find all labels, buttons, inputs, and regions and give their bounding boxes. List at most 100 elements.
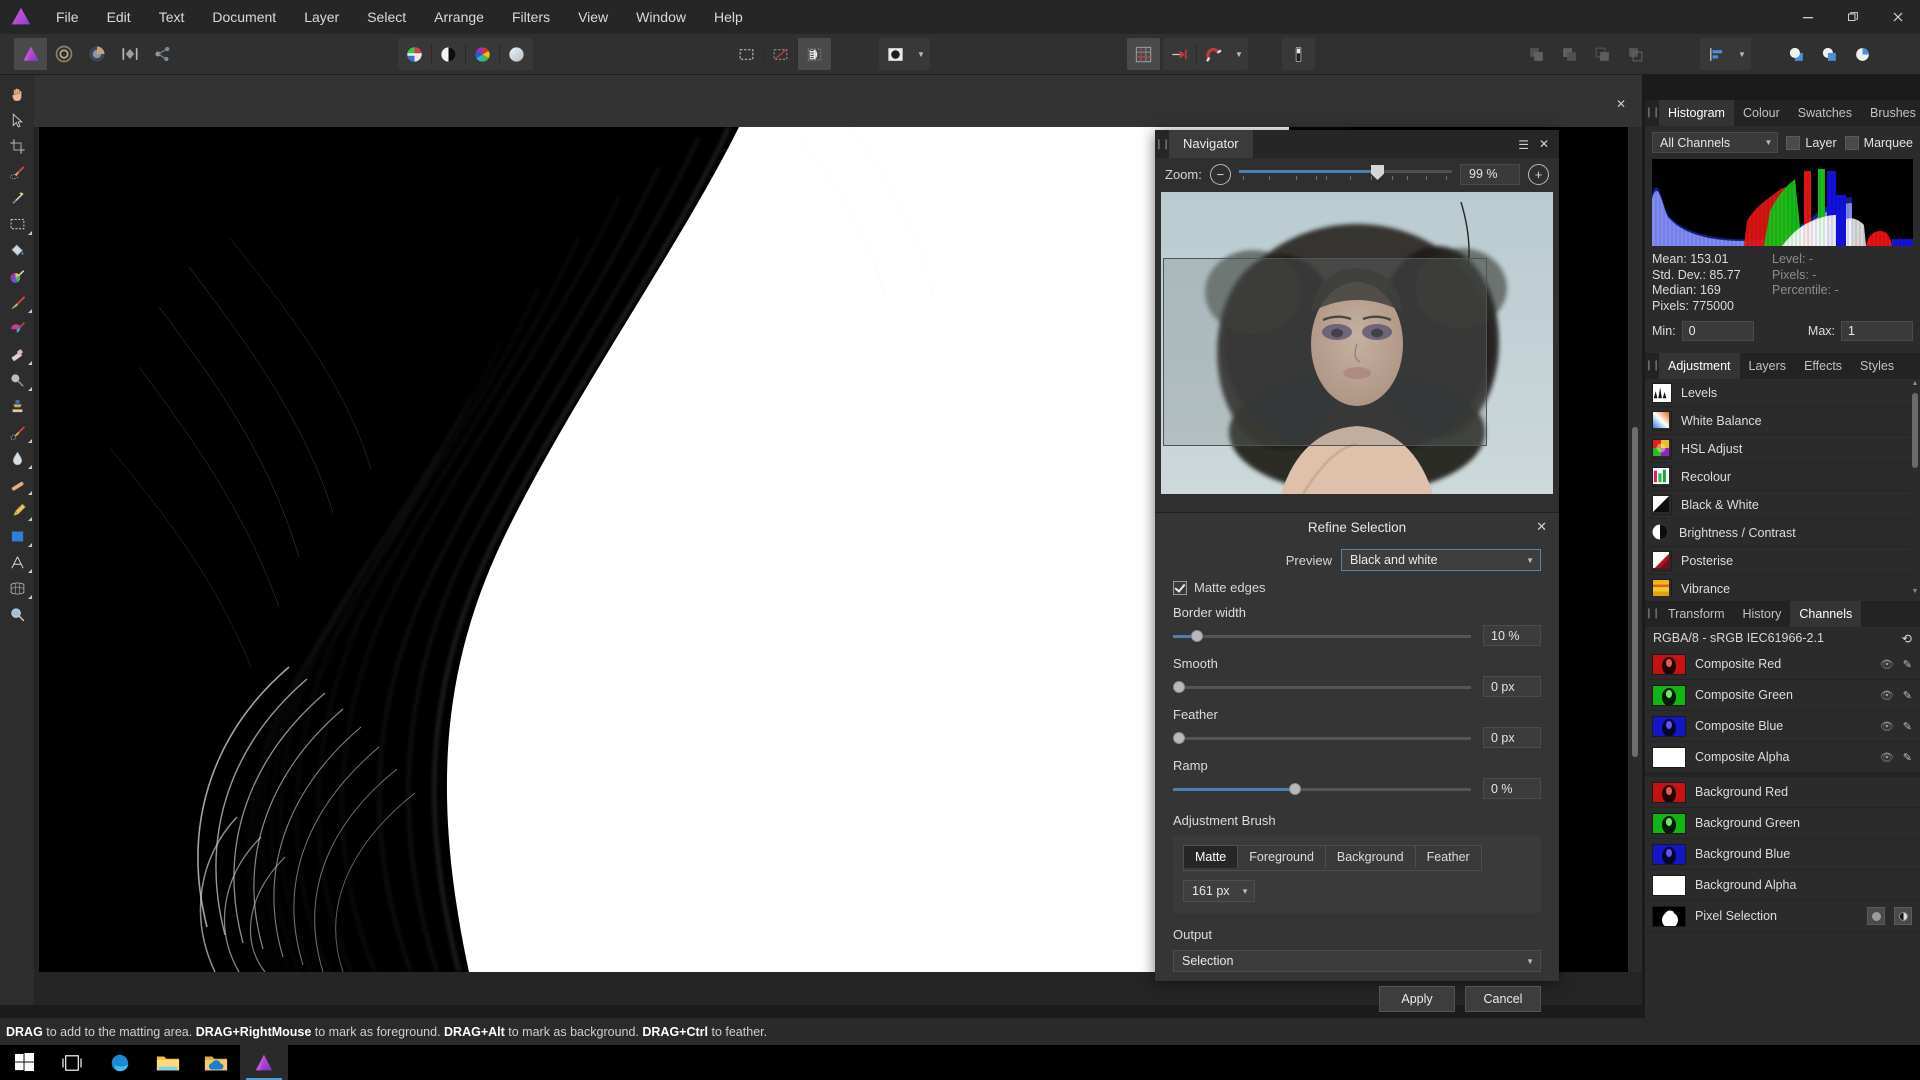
- ramp-value[interactable]: 0 %: [1483, 778, 1541, 799]
- grid-icon[interactable]: [1127, 38, 1160, 70]
- panel-grip-icon[interactable]: ❙❙: [1645, 98, 1661, 126]
- brush-size-dropdown[interactable]: 161 px ▼: [1183, 880, 1255, 902]
- adjustment-hsl[interactable]: HSL Adjust: [1645, 435, 1920, 463]
- pencil-icon[interactable]: ✎: [1903, 658, 1912, 671]
- develop-persona-button[interactable]: [80, 38, 113, 70]
- magic-wand-icon[interactable]: [0, 185, 34, 211]
- boolean-subtract-icon[interactable]: [1553, 38, 1586, 70]
- adjustment-white-balance[interactable]: White Balance: [1645, 407, 1920, 435]
- affinity-logo-icon[interactable]: [0, 0, 42, 34]
- navigator-viewport-rect[interactable]: [1163, 258, 1487, 446]
- align-dropdown-caret[interactable]: ▼: [1733, 38, 1751, 70]
- invert-selection-button[interactable]: [1894, 907, 1912, 925]
- feather-value[interactable]: 0 px: [1483, 727, 1541, 748]
- marquee-checkbox[interactable]: [1844, 135, 1859, 150]
- channel-background-red[interactable]: Background Red: [1645, 777, 1920, 808]
- panel-grip-icon[interactable]: ❙❙: [1645, 351, 1661, 379]
- edge-browser-button[interactable]: [96, 1045, 144, 1080]
- tab-effects[interactable]: Effects: [1795, 353, 1851, 379]
- canvas-vertical-scrollbar[interactable]: [1628, 127, 1642, 972]
- mask-circle-icon[interactable]: [879, 38, 912, 70]
- adjustment-list[interactable]: Levels White Balance HSL Adjust Recolour: [1645, 379, 1920, 597]
- boolean-divide-icon[interactable]: [1619, 38, 1652, 70]
- eye-icon[interactable]: 👁: [1880, 689, 1894, 702]
- rect-marquee-icon[interactable]: [0, 211, 34, 237]
- brush-mode-background[interactable]: Background: [1326, 846, 1416, 868]
- text-a-icon[interactable]: [0, 549, 34, 575]
- clone-stamp-icon[interactable]: [0, 393, 34, 419]
- channel-composite-green[interactable]: Composite Green 👁 ✎: [1645, 680, 1920, 711]
- paint-bucket-icon[interactable]: [0, 237, 34, 263]
- ramp-slider[interactable]: [1173, 782, 1471, 796]
- vertical-scroll-thumb[interactable]: [1632, 427, 1638, 757]
- boolean-add-icon[interactable]: [1520, 38, 1553, 70]
- zoom-slider[interactable]: [1238, 163, 1452, 185]
- channel-composite-red[interactable]: Composite Red 👁 ✎: [1645, 649, 1920, 680]
- adjustment-list-scrollbar[interactable]: ▲ ▼: [1910, 379, 1920, 597]
- matte-edges-checkbox[interactable]: [1173, 580, 1187, 595]
- matte-edges-row[interactable]: Matte edges: [1173, 580, 1541, 595]
- adjustment-brightness-contrast[interactable]: Brightness / Contrast: [1645, 519, 1920, 547]
- colour-wheel-brush-icon[interactable]: [0, 263, 34, 289]
- cursor-arrow-icon[interactable]: [0, 107, 34, 133]
- brush-mode-foreground[interactable]: Foreground: [1238, 846, 1326, 868]
- pencil-icon[interactable]: ✎: [1903, 751, 1912, 764]
- arrange-split-icon[interactable]: [1846, 38, 1879, 70]
- border-width-slider[interactable]: [1173, 629, 1471, 643]
- apply-button[interactable]: Apply: [1379, 986, 1455, 1012]
- menu-help[interactable]: Help: [700, 0, 757, 34]
- colour-wheel-icon[interactable]: [466, 38, 499, 70]
- smooth-value[interactable]: 0 px: [1483, 676, 1541, 697]
- min-field[interactable]: 0: [1681, 321, 1754, 341]
- healing-brush-icon[interactable]: [0, 419, 34, 445]
- task-view-button[interactable]: [48, 1045, 96, 1080]
- menu-edit[interactable]: Edit: [93, 0, 145, 34]
- load-selection-button[interactable]: [1867, 907, 1885, 925]
- adjustment-scroll-thumb[interactable]: [1912, 393, 1918, 468]
- menu-file[interactable]: File: [42, 0, 93, 34]
- gradient-circle-icon[interactable]: [500, 38, 533, 70]
- panel-grip-icon[interactable]: ❙❙: [1155, 130, 1171, 158]
- tab-styles[interactable]: Styles: [1851, 353, 1903, 379]
- eye-icon[interactable]: 👁: [1880, 720, 1894, 733]
- channel-background-green[interactable]: Background Green: [1645, 808, 1920, 839]
- navigator-thumbnail[interactable]: [1161, 192, 1553, 494]
- menu-document[interactable]: Document: [198, 0, 290, 34]
- menu-view[interactable]: View: [564, 0, 622, 34]
- marquee-crossed-icon[interactable]: [764, 38, 797, 70]
- output-dropdown[interactable]: Selection ▼: [1173, 950, 1541, 972]
- align-left-icon[interactable]: [1700, 38, 1733, 70]
- pen-nib-icon[interactable]: [0, 497, 34, 523]
- tab-brushes[interactable]: Brushes: [1861, 100, 1920, 126]
- preview-dropdown[interactable]: Black and white ▼: [1341, 549, 1541, 571]
- tab-adjustment[interactable]: Adjustment: [1659, 353, 1740, 379]
- arrange-front-icon[interactable]: [1780, 38, 1813, 70]
- tab-channels[interactable]: Channels: [1790, 601, 1862, 627]
- border-width-value[interactable]: 10 %: [1483, 625, 1541, 646]
- tab-layers[interactable]: Layers: [1740, 353, 1796, 379]
- scroll-up-arrow-icon[interactable]: ▲: [1910, 379, 1920, 389]
- selection-brush-icon[interactable]: [0, 159, 34, 185]
- affinity-photo-taskbar-button[interactable]: [240, 1045, 288, 1080]
- pencil-icon[interactable]: ✎: [1903, 720, 1912, 733]
- brush-mode-feather[interactable]: Feather: [1416, 846, 1481, 868]
- boolean-intersect-icon[interactable]: [1586, 38, 1619, 70]
- menu-filters[interactable]: Filters: [498, 0, 564, 34]
- crop-icon[interactable]: [0, 133, 34, 159]
- colour-chooser-icon[interactable]: [398, 38, 431, 70]
- water-drop-icon[interactable]: [0, 445, 34, 471]
- paint-brush-icon[interactable]: [0, 289, 34, 315]
- snap-arrow-icon[interactable]: [1163, 38, 1196, 70]
- eye-icon[interactable]: 👁: [1880, 751, 1894, 764]
- minus-circle-icon[interactable]: −: [1209, 163, 1231, 185]
- panel-grip-icon[interactable]: ❙❙: [1645, 599, 1661, 627]
- tab-transform[interactable]: Transform: [1659, 601, 1734, 627]
- adjustment-levels[interactable]: Levels: [1645, 379, 1920, 407]
- paint-mixer-icon[interactable]: [0, 315, 34, 341]
- channel-select-dropdown[interactable]: All Channels ▼: [1652, 132, 1779, 153]
- hand-icon[interactable]: [0, 81, 34, 107]
- file-explorer-button[interactable]: [144, 1045, 192, 1080]
- channel-background-blue[interactable]: Background Blue: [1645, 839, 1920, 870]
- tab-swatches[interactable]: Swatches: [1789, 100, 1861, 126]
- mesh-warp-icon[interactable]: [0, 575, 34, 601]
